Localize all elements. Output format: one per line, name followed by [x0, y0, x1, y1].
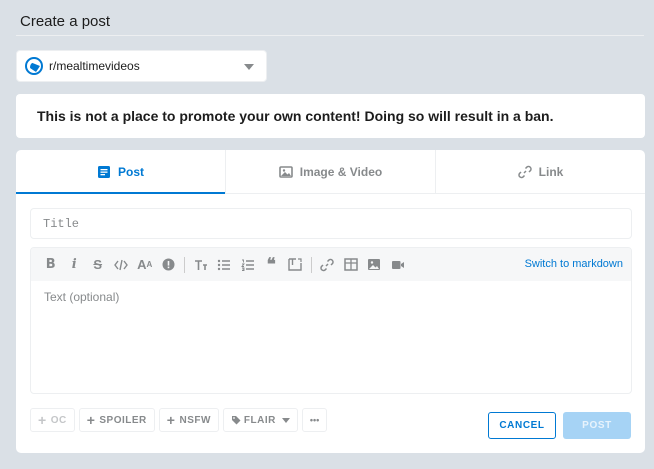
- nsfw-label: NSFW: [179, 414, 211, 426]
- image-icon[interactable]: [363, 253, 387, 277]
- toolbar-divider: [184, 256, 185, 273]
- tab-post-label: Post: [117, 164, 144, 179]
- tab-post[interactable]: Post: [16, 150, 226, 194]
- tab-link-label: Link: [538, 164, 564, 179]
- switch-to-markdown-link[interactable]: Switch to markdown: [525, 258, 623, 270]
- heading-icon[interactable]: [189, 253, 213, 277]
- video-icon[interactable]: [386, 253, 410, 277]
- rules-banner: This is not a place to promote your own …: [16, 94, 645, 138]
- post-composer: Post Image & Video Link B i S AA: [16, 150, 645, 453]
- bold-icon[interactable]: B: [39, 253, 63, 277]
- link-icon[interactable]: [316, 253, 340, 277]
- link-icon: [517, 165, 532, 179]
- more-options-button[interactable]: •••: [301, 408, 328, 432]
- community-avatar-icon: [25, 57, 43, 75]
- tag-icon: [231, 415, 241, 425]
- toolbar-divider: [310, 256, 312, 273]
- plus-icon: +: [166, 412, 176, 428]
- post-icon: [97, 165, 111, 179]
- tab-image-video[interactable]: Image & Video: [226, 150, 436, 193]
- chevron-down-icon: [244, 64, 254, 70]
- nsfw-button[interactable]: + NSFW: [158, 408, 219, 432]
- plus-icon: +: [86, 412, 96, 428]
- bulleted-list-icon[interactable]: [213, 253, 237, 277]
- page-title: Create a post: [20, 13, 111, 30]
- tab-link[interactable]: Link: [436, 150, 645, 193]
- spoiler-button[interactable]: + SPOILER: [78, 408, 155, 432]
- italic-icon[interactable]: i: [63, 253, 87, 277]
- superscript-icon[interactable]: AA: [133, 253, 157, 277]
- editor-body[interactable]: Text (optional): [31, 281, 631, 393]
- oc-label: OC: [50, 414, 67, 426]
- community-name: r/mealtimevideos: [49, 59, 140, 73]
- strikethrough-icon[interactable]: S: [86, 253, 110, 277]
- post-options: + OC + SPOILER + NSFW FLAIR •••: [30, 408, 328, 432]
- spoiler-icon[interactable]: [157, 253, 181, 277]
- post-button[interactable]: POST: [563, 412, 631, 439]
- post-type-tabs: Post Image & Video Link: [16, 150, 645, 194]
- banner-text: This is not a place to promote your own …: [37, 108, 554, 124]
- quote-block-icon[interactable]: ❝: [260, 253, 284, 277]
- more-options-icon: •••: [309, 415, 320, 425]
- image-icon: [278, 165, 293, 179]
- oc-button[interactable]: + OC: [30, 408, 75, 432]
- editor-toolbar: B i S AA ❝ Switch to markdown: [31, 248, 631, 281]
- tab-image-video-label: Image & Video: [299, 164, 383, 179]
- community-selector[interactable]: r/mealtimevideos: [16, 50, 267, 82]
- plus-icon: +: [38, 412, 47, 428]
- flair-button[interactable]: FLAIR: [222, 408, 298, 432]
- flair-label: FLAIR: [243, 414, 276, 426]
- title-input[interactable]: [30, 208, 632, 239]
- inline-code-icon[interactable]: [110, 253, 134, 277]
- cancel-button[interactable]: CANCEL: [488, 412, 556, 439]
- caret-down-icon: [281, 417, 290, 423]
- numbered-list-icon[interactable]: [236, 253, 260, 277]
- text-editor: B i S AA ❝ Switch to markdown Text (opti…: [30, 247, 632, 394]
- table-icon[interactable]: [339, 253, 363, 277]
- page-header: Create a post: [16, 0, 644, 36]
- spoiler-label: SPOILER: [99, 414, 147, 426]
- code-block-icon[interactable]: [283, 253, 307, 277]
